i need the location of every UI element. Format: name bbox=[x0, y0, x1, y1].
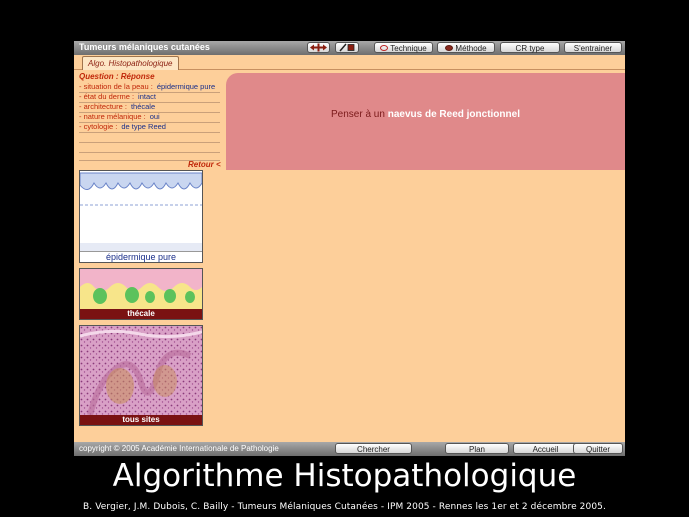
row-value: thécale bbox=[130, 102, 156, 111]
image-thecale[interactable]: thécale bbox=[79, 268, 203, 320]
app-title: Tumeurs mélaniques cutanées bbox=[79, 42, 210, 52]
image-caption: tous sites bbox=[80, 415, 202, 425]
epidermis-diagram bbox=[80, 171, 202, 252]
slide-title: Algorithme Histopathologique bbox=[112, 458, 577, 494]
methode-button[interactable]: Méthode bbox=[437, 42, 495, 53]
row-label: - nature mélanique : bbox=[79, 112, 146, 121]
row-value: intact bbox=[138, 92, 156, 101]
tools-button[interactable] bbox=[335, 42, 359, 53]
answer-panel: Penser à un naevus de Reed jonctionnel bbox=[226, 73, 625, 170]
row-label: - architecture : bbox=[79, 102, 127, 111]
row-value: de type Reed bbox=[121, 122, 166, 131]
copyright-text: copyright © 2005 Académie Internationale… bbox=[79, 444, 279, 453]
answer-prefix: Penser à un bbox=[331, 109, 385, 120]
methode-label: Méthode bbox=[455, 44, 487, 53]
chercher-button[interactable]: Chercher bbox=[335, 443, 412, 454]
quitter-button[interactable]: Quitter bbox=[573, 443, 623, 454]
row-label: - cytologie : bbox=[79, 122, 118, 131]
thecal-nests-diagram bbox=[80, 269, 202, 310]
retour-link[interactable]: Retour < bbox=[188, 160, 221, 169]
plan-button[interactable]: Plan bbox=[445, 443, 509, 454]
radio-circle-icon bbox=[380, 44, 389, 51]
tool-pair-icon bbox=[339, 43, 355, 52]
app-window: Tumeurs mélaniques cutanées Technique Mé… bbox=[74, 41, 625, 456]
status-bar: copyright © 2005 Académie Internationale… bbox=[74, 442, 625, 456]
slide-credits: B. Vergier, J.M. Dubois, C. Bailly - Tum… bbox=[83, 502, 606, 512]
arrows-move-icon bbox=[310, 43, 327, 52]
image-epidermique-pure[interactable]: épidermique pure bbox=[79, 170, 203, 263]
technique-label: Technique bbox=[390, 44, 427, 53]
image-tous-sites[interactable]: tous sites bbox=[79, 325, 203, 426]
move-button[interactable] bbox=[307, 42, 330, 53]
technique-button[interactable]: Technique bbox=[374, 42, 433, 53]
answer-diagnosis: naevus de Reed jonctionnel bbox=[387, 109, 520, 120]
image-caption: épidermique pure bbox=[80, 251, 202, 262]
histology-photo bbox=[80, 326, 202, 415]
radio-filled-icon bbox=[445, 44, 454, 51]
cr-type-label: CR type bbox=[515, 44, 545, 53]
tab-bar: Algo. Histopathologique bbox=[74, 55, 625, 70]
row-value: épidermique pure bbox=[156, 82, 216, 91]
cr-type-button[interactable]: CR type bbox=[500, 42, 560, 53]
row-label: - état du derme : bbox=[79, 92, 135, 101]
row-value: oui bbox=[149, 112, 160, 121]
question-header: Question : Réponse bbox=[79, 72, 155, 81]
accueil-button[interactable]: Accueil bbox=[513, 443, 578, 454]
image-caption: thécale bbox=[80, 309, 202, 319]
tab-algo-histopathologique[interactable]: Algo. Histopathologique bbox=[82, 56, 179, 70]
sentrainer-label: S'entrainer bbox=[573, 44, 613, 53]
title-bar: Tumeurs mélaniques cutanées Technique Mé… bbox=[74, 41, 625, 55]
row-label: - situation de la peau : bbox=[79, 82, 153, 91]
answer-text: Penser à un naevus de Reed jonctionnel bbox=[226, 109, 625, 120]
sentrainer-button[interactable]: S'entrainer bbox=[564, 42, 622, 53]
